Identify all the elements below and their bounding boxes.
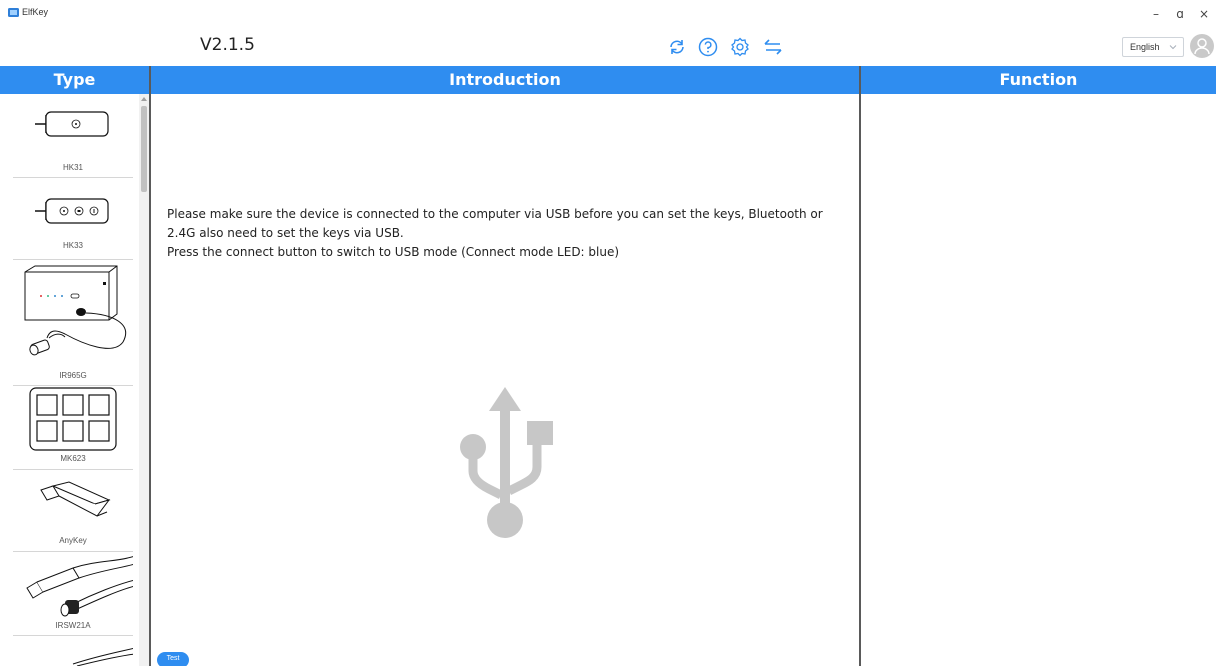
device-item-irsw21a[interactable]: IRSW21A [13, 552, 133, 636]
hk31-device-image [35, 111, 109, 137]
device-type-list: HK31 HK33 IR965G MK623 AnyKey IRSW21A [0, 94, 149, 666]
device-item-hk33[interactable]: HK33 [13, 178, 133, 260]
language-select[interactable]: English [1122, 37, 1184, 57]
column-divider [149, 66, 151, 666]
mk623-device-image [29, 387, 117, 451]
introduction-column-header: Introduction [449, 70, 561, 89]
device-label: IRSW21A [55, 621, 91, 630]
title-bar: ElfKey – ɑ × [0, 0, 1216, 30]
irsw21a-device-image [26, 556, 133, 617]
version-label: V2.1.5 [200, 35, 255, 55]
window-title: ElfKey [22, 7, 49, 17]
column-header-bar: Type Introduction Function [0, 66, 1216, 94]
device-item-anykey[interactable]: AnyKey [13, 470, 133, 552]
device-label: HK33 [62, 241, 83, 250]
usb-icon [460, 387, 553, 538]
device-label: MK623 [60, 454, 86, 463]
anykey-device-image [40, 481, 111, 517]
device-item-partial[interactable] [13, 636, 133, 666]
device-item-hk31[interactable]: HK31 [13, 104, 133, 178]
settings-icon[interactable] [729, 36, 751, 58]
type-column-header: Type [53, 70, 96, 89]
intro-line: Please make sure the device is connected… [167, 207, 823, 221]
intro-line: Press the connect button to switch to US… [167, 245, 620, 259]
ir965g-device-image [24, 265, 126, 356]
restore-button[interactable]: ɑ [1170, 5, 1190, 23]
device-label: IR965G [59, 371, 87, 380]
test-button[interactable]: Test [157, 652, 189, 666]
device-image-partial [72, 647, 133, 666]
language-value: English [1130, 42, 1160, 52]
app-logo-icon [8, 8, 19, 17]
chevron-down-icon [1169, 45, 1177, 50]
scrollbar-thumb[interactable] [141, 106, 147, 192]
help-icon[interactable] [697, 36, 719, 58]
hk33-device-image [35, 198, 109, 224]
avatar[interactable] [1190, 34, 1214, 58]
device-label: AnyKey [59, 536, 87, 545]
introduction-text: Please make sure the device is connected… [167, 205, 847, 262]
close-button[interactable]: × [1194, 5, 1214, 23]
sidebar-scrollbar[interactable] [139, 94, 149, 666]
minimize-button[interactable]: – [1146, 5, 1166, 23]
device-label: HK31 [62, 163, 83, 172]
device-item-mk623[interactable]: MK623 [13, 386, 133, 470]
scroll-up-arrow-icon[interactable] [141, 97, 147, 101]
user-icon [1194, 38, 1210, 55]
column-divider [859, 66, 861, 666]
refresh-icon[interactable] [666, 36, 688, 58]
function-column-header: Function [999, 70, 1078, 89]
intro-line: 2.4G also need to set the keys via USB. [167, 226, 404, 240]
switch-icon[interactable] [762, 36, 784, 58]
device-item-ir965g[interactable]: IR965G [13, 260, 133, 386]
